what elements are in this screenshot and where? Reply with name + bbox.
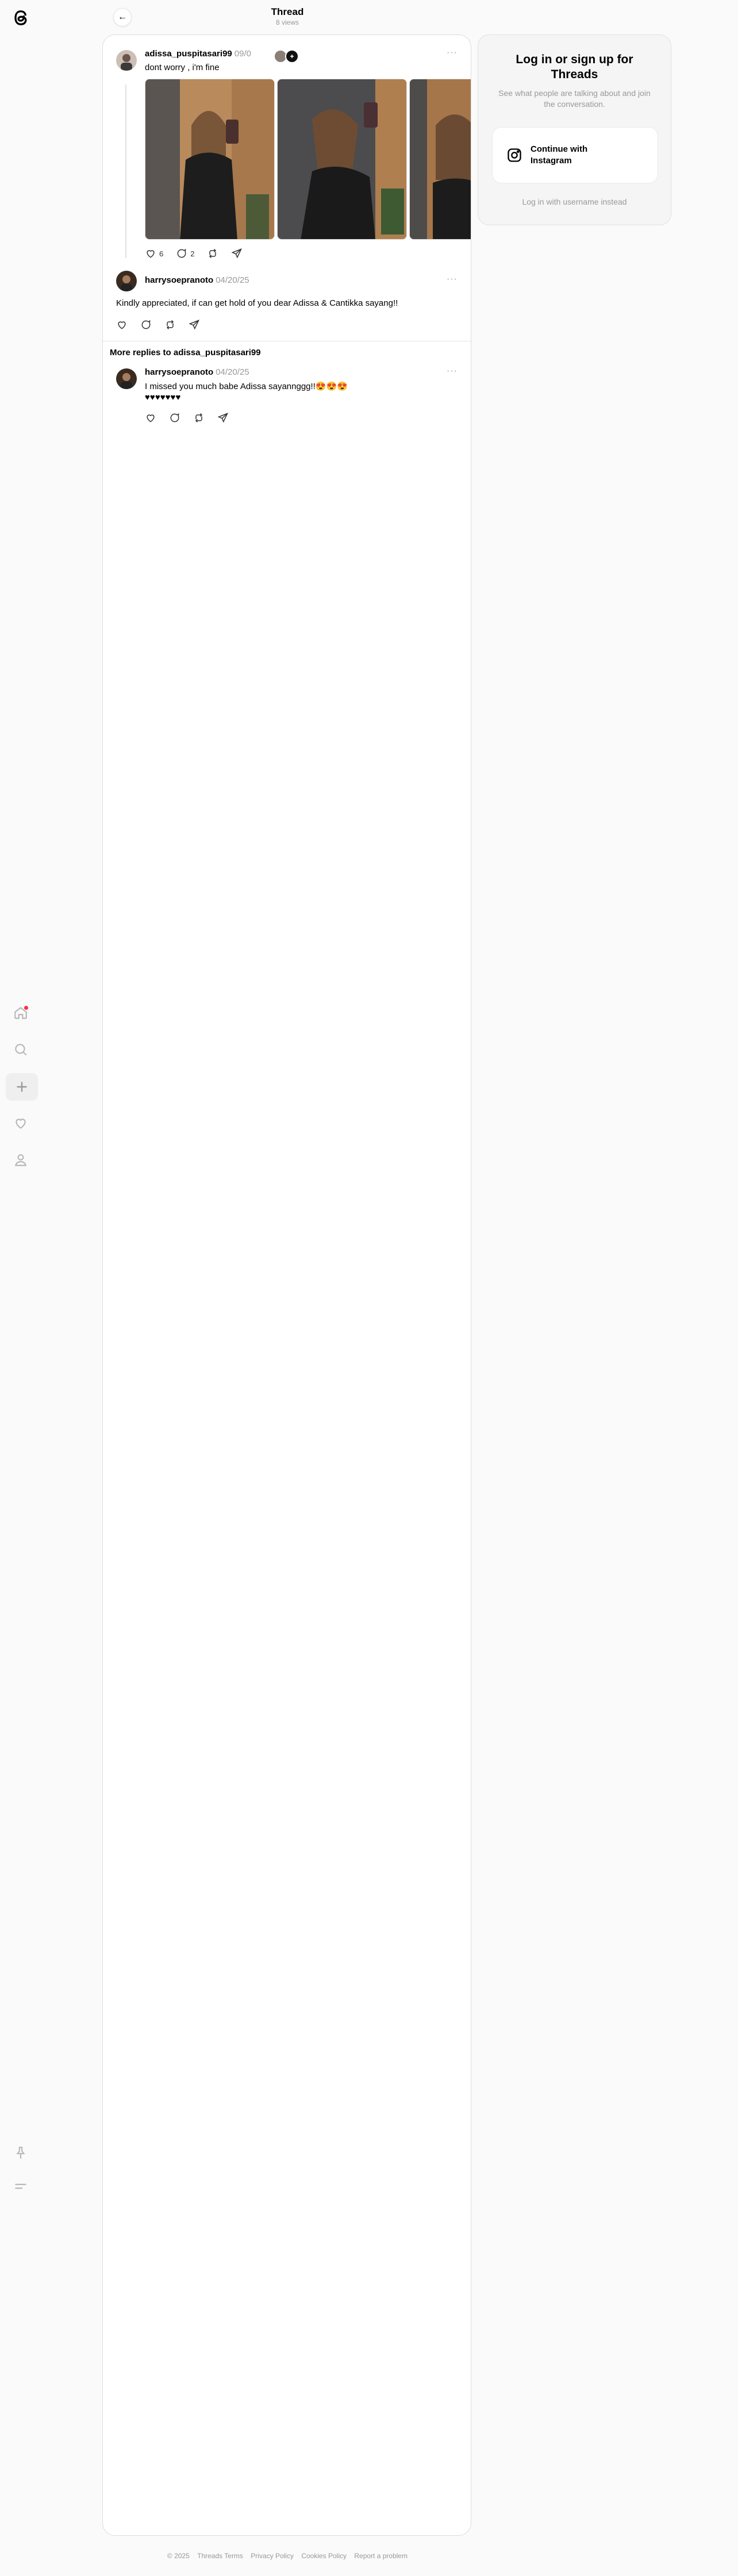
like-count: 6	[159, 249, 164, 258]
username-login-link[interactable]: Log in with username instead	[478, 197, 671, 206]
repost-icon	[166, 320, 174, 330]
repost-button[interactable]	[207, 248, 218, 259]
more-options-icon[interactable]: ···	[447, 48, 458, 58]
search-icon[interactable]	[9, 1038, 32, 1061]
reply-header: harrysoepranoto 04/20/25	[145, 367, 249, 377]
share-button[interactable]	[231, 248, 243, 259]
heart-icon	[147, 250, 155, 258]
comment-button[interactable]	[140, 319, 152, 330]
like-button[interactable]	[116, 319, 128, 330]
comment-count: 2	[190, 249, 195, 258]
comment-icon	[141, 320, 151, 329]
instagram-button-label: Continue with Instagram	[531, 144, 588, 166]
view-count: 8 views	[275, 18, 299, 26]
login-title: Log in or sign up for Threads	[516, 53, 633, 81]
post-username[interactable]: adissa_puspitasari99	[145, 49, 232, 59]
report-problem-link[interactable]: Report a problem	[354, 2552, 408, 2560]
menu-icon[interactable]	[9, 2175, 32, 2198]
copyright: © 2025	[167, 2552, 190, 2560]
comment-icon	[170, 413, 179, 422]
reply-date: 04/20/25	[216, 367, 249, 377]
comment-button[interactable]: 2	[176, 248, 194, 259]
heart-icon[interactable]	[9, 1112, 32, 1135]
post-actions: 6 2	[145, 248, 255, 259]
pin-icon[interactable]	[9, 2141, 32, 2164]
repost-button[interactable]	[193, 412, 205, 424]
heart-icon	[118, 321, 126, 329]
instagram-icon	[508, 148, 521, 162]
profile-icon[interactable]	[9, 1148, 32, 1171]
post-text: dont worry , i'm fine	[145, 63, 220, 72]
follow-badge-icon	[285, 49, 299, 63]
post-photo[interactable]	[409, 79, 471, 240]
reply-text: I missed you much babe Adissa sayannggg!…	[145, 382, 348, 391]
comment-button[interactable]	[169, 412, 180, 424]
repost-icon	[209, 248, 217, 259]
page-title: Thread	[271, 6, 304, 17]
share-icon	[231, 248, 243, 259]
more-replies-heading: More replies to adissa_puspitasari99	[110, 348, 261, 357]
avatar[interactable]	[116, 50, 137, 71]
continue-with-instagram-button[interactable]: Continue with Instagram	[492, 127, 658, 183]
footer: © 2025 Threads Terms Privacy Policy Cook…	[0, 2552, 575, 2560]
share-icon	[217, 413, 228, 423]
home-icon[interactable]	[9, 1001, 32, 1024]
reply-username[interactable]: harrysoepranoto	[145, 367, 213, 377]
share-icon	[189, 320, 199, 330]
share-button[interactable]	[189, 319, 200, 330]
like-button[interactable]	[145, 412, 156, 424]
more-options-icon[interactable]: ···	[447, 366, 458, 376]
post-date: 09/0	[234, 49, 251, 59]
reply-text-hearts: ♥♥♥♥♥♥♥	[145, 393, 181, 402]
post-photo[interactable]	[145, 79, 275, 240]
privacy-link[interactable]: Privacy Policy	[251, 2552, 294, 2560]
cookies-link[interactable]: Cookies Policy	[301, 2552, 347, 2560]
more-options-icon[interactable]: ···	[447, 274, 458, 284]
repost-button[interactable]	[164, 319, 176, 330]
login-card: Log in or sign up for Threads See what p…	[478, 34, 671, 225]
participant-avatars[interactable]	[272, 48, 302, 65]
reply-actions	[116, 319, 213, 330]
repost-icon	[195, 413, 203, 423]
like-button[interactable]: 6	[145, 248, 163, 259]
post-photo[interactable]	[277, 79, 407, 240]
login-subtitle: See what people are talking about and jo…	[498, 89, 651, 109]
terms-link[interactable]: Threads Terms	[197, 2552, 243, 2560]
reply-actions	[145, 412, 241, 424]
share-button[interactable]	[217, 412, 229, 424]
heart-icon	[147, 414, 155, 422]
avatar[interactable]	[116, 271, 137, 291]
post-header: adissa_puspitasari99 09/0	[145, 49, 251, 59]
reply-date: 04/20/25	[216, 275, 249, 285]
notification-dot	[24, 1006, 28, 1010]
thread-column: adissa_puspitasari99 09/0 ··· dont worry …	[102, 34, 471, 2536]
reply-username[interactable]: harrysoepranoto	[145, 275, 213, 285]
thread-connector	[125, 84, 126, 258]
avatar[interactable]	[116, 368, 137, 389]
reply-header: harrysoepranoto 04/20/25	[145, 275, 249, 285]
reply-text: Kindly appreciated, if can get hold of y…	[116, 298, 398, 308]
comment-icon	[177, 248, 186, 258]
plus-icon[interactable]	[6, 1073, 38, 1101]
